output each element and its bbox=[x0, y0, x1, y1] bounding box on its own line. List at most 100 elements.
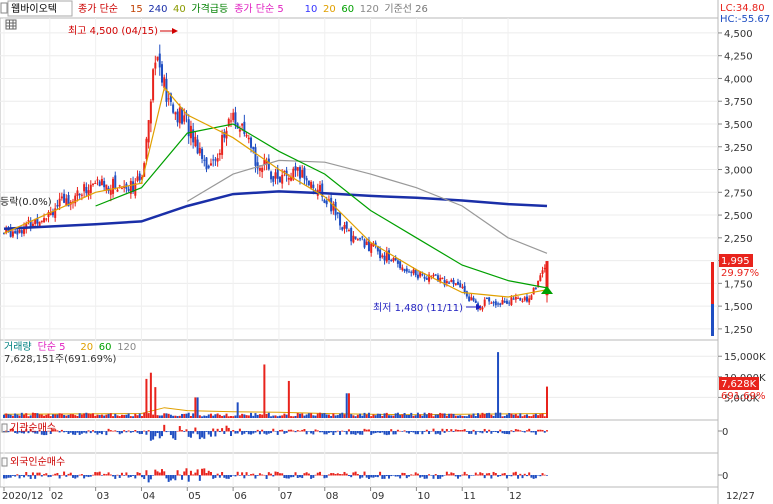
price-panel[interactable] bbox=[0, 17, 719, 341]
foreign-bar bbox=[450, 472, 453, 476]
foreign-bar bbox=[94, 472, 97, 476]
legend-item: 가격급등 bbox=[191, 2, 228, 15]
foreign-bar bbox=[490, 475, 493, 479]
foreign-bar bbox=[312, 475, 315, 478]
institutional-bar bbox=[96, 431, 99, 435]
foreign-panel[interactable] bbox=[0, 452, 719, 488]
institutional-bar bbox=[78, 431, 81, 435]
institutional-bar bbox=[136, 431, 139, 433]
foreign-bar bbox=[201, 468, 204, 476]
institutional-bar bbox=[209, 431, 212, 437]
volume-bar bbox=[69, 414, 72, 418]
institutional-panel[interactable] bbox=[0, 419, 719, 454]
candle-body bbox=[379, 249, 382, 259]
volume-bar bbox=[343, 414, 346, 418]
foreign-bar bbox=[454, 475, 457, 477]
institutional-bar bbox=[472, 429, 475, 432]
volume-legend-item: 20 bbox=[80, 342, 93, 353]
institutional-bar bbox=[376, 431, 379, 433]
candle-body bbox=[350, 228, 353, 242]
candle-body bbox=[361, 236, 364, 238]
volume-bar bbox=[3, 414, 5, 418]
institutional-bar bbox=[439, 431, 442, 435]
institutional-bar bbox=[356, 431, 359, 434]
volume-bar bbox=[356, 414, 359, 418]
x-tick-label: 06 bbox=[234, 491, 247, 502]
candle-body bbox=[396, 260, 399, 264]
candle-body bbox=[158, 53, 161, 68]
candle-body bbox=[120, 188, 123, 190]
foreign-bar bbox=[405, 475, 408, 479]
foreign-bar bbox=[109, 474, 112, 476]
institutional-bar bbox=[465, 431, 468, 432]
institutional-bar bbox=[421, 431, 424, 435]
candle-body bbox=[459, 283, 462, 288]
volume-bar bbox=[185, 413, 188, 418]
institutional-bar bbox=[221, 428, 224, 432]
foreign-bar bbox=[67, 473, 70, 476]
volume-bar bbox=[321, 413, 324, 418]
foreign-bar bbox=[156, 471, 159, 476]
institutional-bar bbox=[385, 431, 388, 436]
volume-bar bbox=[376, 413, 379, 418]
foreign-bar bbox=[165, 475, 168, 479]
candle-body bbox=[201, 148, 204, 159]
candle-body bbox=[43, 218, 46, 223]
volume-bar bbox=[392, 415, 395, 418]
foreign-bar bbox=[510, 475, 513, 477]
institutional-bar bbox=[234, 431, 237, 434]
institutional-bar bbox=[534, 431, 537, 435]
volume-bar bbox=[316, 413, 319, 418]
institutional-bar bbox=[227, 427, 230, 432]
foreign-bar bbox=[321, 474, 324, 476]
foreign-bar bbox=[58, 475, 61, 479]
x-tick-label: 08 bbox=[326, 491, 339, 502]
institutional-bar bbox=[325, 431, 328, 435]
volume-bar bbox=[367, 412, 370, 418]
volume-bar bbox=[236, 402, 239, 418]
foreign-bar bbox=[443, 475, 446, 476]
inst-panel-title: 기관순매수 bbox=[10, 422, 56, 434]
foreign-bar bbox=[436, 475, 439, 479]
institutional-bar bbox=[390, 429, 393, 432]
left-annotation: 등락(0.0%) bbox=[0, 196, 52, 208]
volume-bar bbox=[258, 414, 261, 418]
x-tick-label: 07 bbox=[280, 491, 293, 502]
volume-bar bbox=[216, 413, 219, 418]
candle-body bbox=[339, 212, 342, 226]
volume-bar bbox=[232, 416, 235, 418]
candle-body bbox=[456, 281, 459, 285]
institutional-bar bbox=[276, 431, 279, 435]
institutional-bar bbox=[436, 431, 439, 434]
foreign-bar bbox=[319, 471, 322, 476]
candle-body bbox=[216, 158, 219, 162]
institutional-bar bbox=[321, 431, 324, 433]
institutional-bar bbox=[205, 431, 208, 432]
inst-zero-label: 0 bbox=[722, 427, 728, 438]
volume-bar bbox=[156, 415, 159, 418]
legend-item: 10 bbox=[305, 4, 318, 15]
foreign-bar bbox=[54, 473, 57, 476]
candle-body bbox=[161, 64, 164, 83]
institutional-bar bbox=[327, 431, 330, 433]
institutional-bar bbox=[448, 431, 451, 432]
x-tick-label: 04 bbox=[142, 491, 155, 502]
institutional-bar bbox=[539, 429, 542, 432]
volume-bar bbox=[445, 415, 448, 418]
volume-bar bbox=[283, 413, 286, 418]
volume-bar bbox=[154, 387, 157, 418]
foreign-bar bbox=[292, 475, 295, 478]
high-annotation: 최고 4,500 (04/15) bbox=[68, 25, 158, 37]
institutional-bar bbox=[517, 429, 520, 432]
foreign-bar bbox=[205, 473, 208, 476]
institutional-bar bbox=[370, 431, 373, 435]
foreign-bar bbox=[116, 474, 119, 476]
foreign-bar bbox=[537, 475, 540, 476]
institutional-bar bbox=[223, 431, 226, 434]
volume-bar bbox=[361, 415, 364, 418]
candle-body bbox=[505, 300, 508, 304]
institutional-bar bbox=[132, 431, 135, 433]
candle-body bbox=[492, 302, 495, 304]
volume-bar bbox=[189, 415, 192, 418]
volume-bar bbox=[138, 413, 141, 418]
